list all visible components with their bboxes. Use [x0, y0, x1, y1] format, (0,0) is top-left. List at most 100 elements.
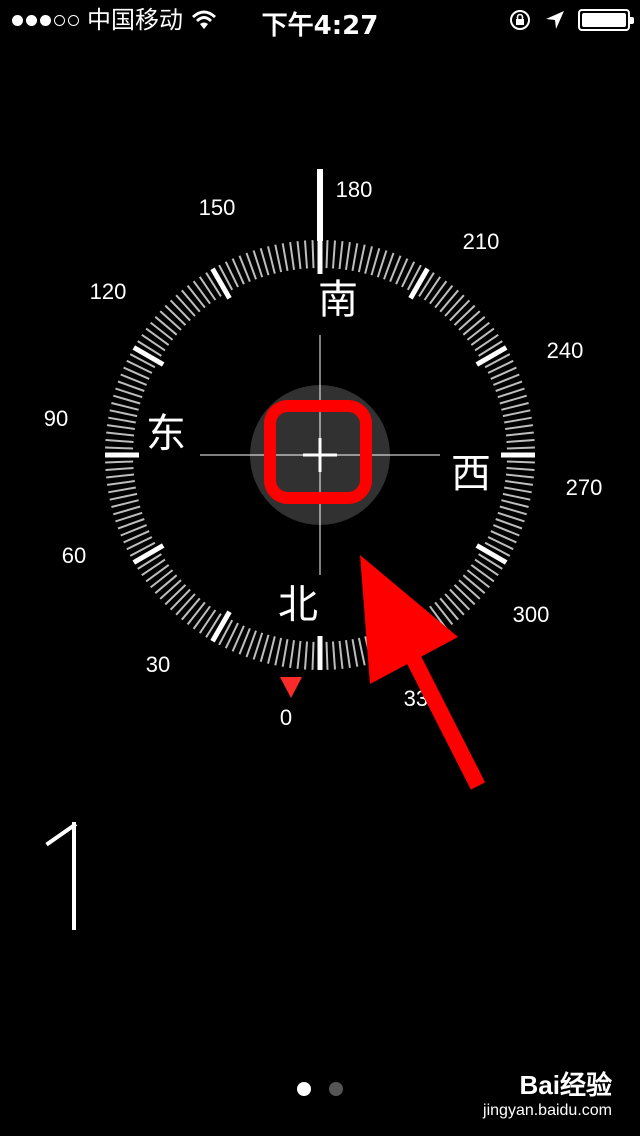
minor-tick	[504, 486, 532, 494]
minor-tick	[505, 480, 534, 486]
minor-tick	[505, 431, 534, 437]
minor-tick	[106, 480, 135, 486]
minor-tick	[106, 431, 135, 437]
tick-label-270: 270	[566, 475, 603, 500]
minor-tick	[311, 240, 315, 269]
minor-tick	[113, 505, 141, 516]
minor-tick	[281, 243, 289, 271]
minor-tick	[357, 244, 366, 273]
tick-label-300: 300	[513, 602, 550, 627]
minor-tick	[159, 579, 182, 600]
minor-tick	[106, 424, 135, 430]
minor-tick	[186, 284, 206, 309]
major-tick	[475, 345, 508, 367]
minor-tick	[505, 473, 534, 479]
minor-tick	[351, 639, 359, 667]
cardinal-north: 北	[278, 582, 318, 628]
minor-tick	[145, 564, 170, 583]
minor-tick	[466, 321, 491, 341]
minor-tick	[458, 579, 481, 600]
minor-tick	[192, 280, 211, 305]
minor-tick	[115, 511, 143, 523]
minor-tick	[141, 333, 166, 352]
major-tick	[408, 267, 430, 300]
page-dot-2[interactable]	[329, 1082, 343, 1096]
cardinal-south: 南	[318, 277, 358, 323]
minor-tick	[169, 588, 191, 611]
minor-tick	[149, 321, 174, 341]
minor-tick	[345, 241, 351, 270]
watermark: Bai经验 jingyan.baidu.com	[483, 1065, 612, 1120]
major-tick	[132, 543, 165, 565]
minor-tick	[159, 310, 182, 331]
minor-tick	[105, 467, 134, 471]
minor-tick	[453, 304, 476, 326]
minor-tick	[289, 241, 295, 270]
north-pointer-icon	[280, 677, 302, 698]
cardinal-west: 西	[451, 451, 491, 497]
minor-tick	[332, 240, 336, 269]
minor-tick	[274, 637, 283, 666]
tick-label-120: 120	[90, 279, 127, 304]
minor-tick	[164, 584, 187, 606]
minor-tick	[499, 505, 527, 516]
tick-label-30: 30	[146, 652, 170, 677]
minor-tick	[506, 460, 535, 464]
minor-tick	[325, 641, 329, 670]
heading-digit-stroke	[72, 822, 76, 930]
minor-tick	[145, 327, 170, 346]
minor-tick	[439, 597, 459, 621]
minor-tick	[466, 569, 491, 589]
minor-tick	[105, 439, 134, 443]
compass-dial: 0 30 60 90 120 150 180 210 240 270 300 3…	[44, 169, 603, 790]
minor-tick	[502, 492, 531, 501]
minor-tick	[108, 416, 136, 424]
minor-tick	[444, 593, 465, 616]
minor-tick	[111, 499, 139, 508]
page-dot-1[interactable]	[297, 1082, 311, 1096]
tick-label-90: 90	[44, 406, 68, 431]
minor-tick	[259, 248, 270, 276]
minor-tick	[175, 593, 196, 616]
minor-tick	[370, 248, 381, 276]
minor-tick	[198, 276, 217, 301]
minor-tick	[497, 511, 525, 523]
major-tick	[475, 543, 508, 565]
minor-tick	[449, 588, 471, 611]
minor-tick	[470, 564, 495, 583]
watermark-brand: Bai经验	[519, 1070, 612, 1100]
tick-label-180: 180	[336, 177, 373, 202]
minor-tick	[357, 637, 366, 666]
minor-tick	[506, 467, 535, 471]
minor-tick	[259, 634, 270, 662]
minor-tick	[474, 333, 499, 352]
minor-tick	[105, 460, 134, 464]
minor-tick	[154, 574, 178, 594]
minor-tick	[434, 284, 454, 309]
minor-tick	[506, 439, 535, 443]
minor-tick	[439, 289, 459, 313]
minor-tick	[474, 558, 499, 577]
minor-tick	[338, 241, 344, 270]
minor-tick	[505, 424, 534, 430]
minor-tick	[506, 446, 535, 450]
minor-tick	[497, 387, 525, 399]
minor-tick	[113, 394, 141, 405]
minor-tick	[502, 409, 531, 418]
minor-tick	[504, 416, 532, 424]
minor-tick	[111, 402, 139, 411]
minor-tick	[453, 584, 476, 606]
tick-label-0: 0	[280, 705, 292, 730]
minor-tick	[338, 640, 344, 669]
minor-tick	[108, 486, 136, 494]
minor-tick	[141, 558, 166, 577]
major-tick	[132, 345, 165, 367]
minor-tick	[105, 446, 134, 450]
minor-tick	[181, 289, 201, 313]
minor-tick	[267, 636, 276, 664]
minor-tick	[281, 639, 289, 667]
minor-tick	[462, 574, 486, 594]
minor-tick	[376, 250, 388, 278]
minor-tick	[325, 240, 329, 269]
minor-tick	[267, 246, 276, 274]
